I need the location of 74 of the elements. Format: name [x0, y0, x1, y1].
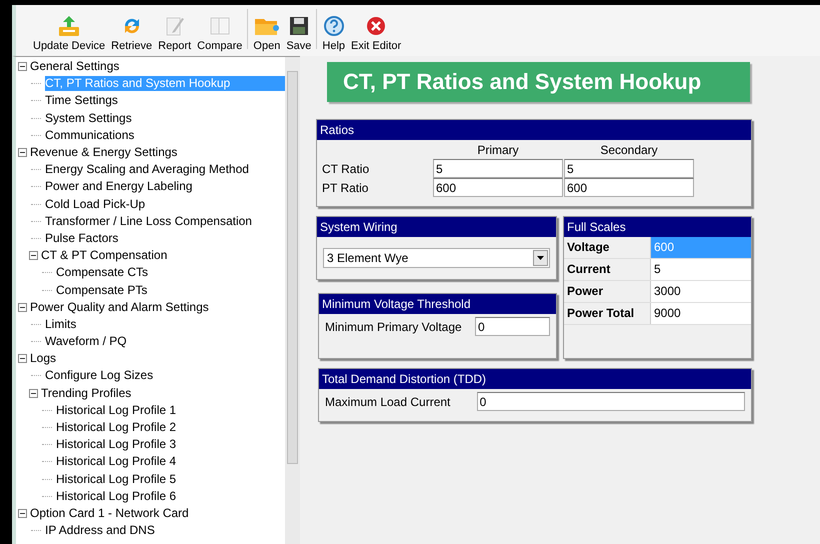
tree-item[interactable]: CT & PT Compensation — [41, 248, 170, 264]
tree-item[interactable]: Historical Log Profile 5 — [56, 472, 178, 487]
tree-item[interactable]: Energy Scaling and Averaging Method — [45, 162, 251, 178]
input-field[interactable]: 0 — [476, 392, 745, 411]
panel-header: Minimum Voltage Threshold — [319, 294, 556, 314]
toolbar-button[interactable]: Exit Editor — [348, 14, 404, 53]
tree-item[interactable]: Logs — [30, 351, 58, 366]
tree-item[interactable]: Revenue & Energy Settings — [30, 145, 180, 160]
close-icon — [365, 15, 388, 37]
input-field[interactable]: 0 — [475, 317, 550, 336]
field-label: Minimum Primary Voltage — [325, 318, 463, 336]
collapse-icon[interactable] — [18, 148, 27, 158]
column-header: Secondary — [599, 142, 659, 159]
table-cell[interactable]: 5 — [651, 259, 751, 280]
dropdown[interactable]: 3 Element Wye — [323, 248, 550, 268]
tree-item[interactable]: Configure Log Sizes — [45, 368, 156, 384]
field-label: Maximum Load Current — [325, 394, 452, 410]
page-title: CT, PT Ratios and System Hookup — [327, 62, 750, 102]
panel-header: System Wiring — [317, 217, 556, 237]
panel-header: Total Demand Distortion (TDD) — [319, 369, 751, 389]
save-icon — [288, 15, 309, 37]
input-field[interactable]: 5 — [433, 159, 563, 178]
table-cell[interactable]: 3000 — [651, 281, 751, 302]
panel-header: Ratios — [317, 120, 751, 140]
tree-item[interactable]: Option Card 1 - Network Card — [30, 506, 191, 521]
collapse-icon[interactable] — [29, 388, 38, 398]
row-header: Voltage — [564, 237, 651, 258]
tree-item[interactable]: Compensate CTs — [56, 265, 150, 280]
report-pencil-icon — [164, 15, 185, 37]
tree-item[interactable]: Historical Log Profile 1 — [56, 402, 178, 418]
toolbar-button[interactable]: Help — [319, 14, 348, 53]
panel-header: Full Scales — [564, 217, 751, 237]
tree-item[interactable]: Transformer / Line Loss Compensation — [45, 214, 254, 229]
table-cell[interactable]: 9000 — [651, 303, 751, 324]
tree-item[interactable]: Historical Log Profile 6 — [56, 488, 178, 504]
tree-item[interactable]: Time Settings — [45, 93, 120, 108]
column-header: Primary — [476, 142, 520, 159]
input-field[interactable]: 600 — [564, 178, 694, 197]
row-header: Current — [564, 259, 651, 280]
input-field[interactable]: 600 — [433, 178, 563, 197]
tree-item[interactable]: Power and Energy Labeling — [45, 179, 194, 194]
collapse-icon[interactable] — [18, 62, 27, 72]
field-label: CT Ratio — [322, 160, 370, 178]
tree-item[interactable]: Pulse Factors — [45, 230, 120, 246]
tree-item[interactable]: Limits — [45, 316, 78, 332]
tree-item[interactable]: Compensate PTs — [56, 282, 150, 298]
tree-item[interactable]: Cold Load Pick-Up — [45, 196, 148, 212]
tree-item[interactable]: Trending Profiles — [41, 386, 134, 401]
tree-item[interactable]: Power Quality and Alarm Settings — [30, 300, 211, 315]
scrollbar[interactable] — [285, 57, 300, 544]
tree-item[interactable]: Communications — [45, 128, 136, 143]
upload-tray-icon — [57, 15, 82, 37]
toolbar-button[interactable]: Update Device — [30, 14, 108, 53]
tree-item[interactable]: General Settings — [30, 59, 122, 74]
tree-item[interactable]: System Settings — [45, 110, 134, 126]
collapse-icon[interactable] — [18, 354, 27, 364]
tree-item[interactable]: Historical Log Profile 3 — [56, 437, 178, 452]
compare-pages-icon — [208, 15, 231, 37]
row-header: Power Total — [564, 303, 651, 324]
toolbar-button[interactable]: Open — [250, 14, 284, 53]
toolbar-button[interactable]: Retrieve — [108, 14, 156, 53]
collapse-icon[interactable] — [18, 508, 27, 518]
tree-item[interactable]: Historical Log Profile 2 — [56, 420, 178, 436]
help-icon — [322, 15, 345, 37]
input-field[interactable]: 5 — [564, 159, 694, 178]
field-label: PT Ratio — [322, 180, 370, 196]
tree-item[interactable]: Historical Log Profile 4 — [56, 454, 178, 470]
tree-item[interactable]: IP Address and DNS — [45, 523, 157, 538]
collapse-icon[interactable] — [18, 302, 27, 312]
toolbar-button[interactable]: Save — [283, 14, 314, 53]
tree-item[interactable]: Waveform / PQ — [45, 334, 129, 350]
dropdown-arrow-icon — [537, 256, 544, 260]
collapse-icon[interactable] — [29, 251, 38, 260]
row-header: Power — [564, 281, 651, 302]
